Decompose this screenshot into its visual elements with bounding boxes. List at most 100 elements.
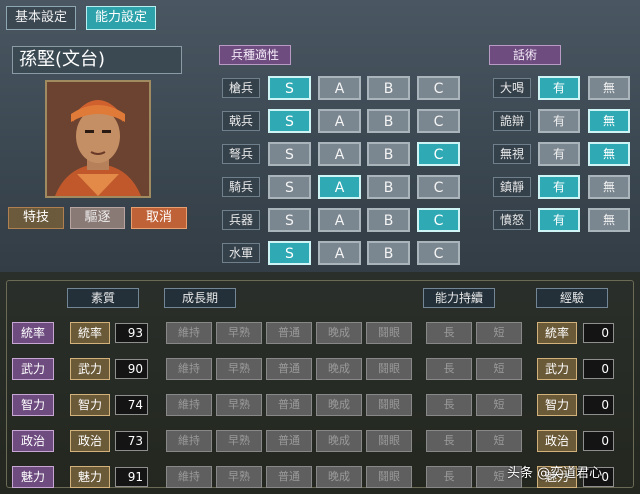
troop-5-grade-c[interactable]: C bbox=[417, 208, 460, 232]
exp-value-1[interactable]: 0 bbox=[583, 323, 614, 343]
troop-5-grade-b[interactable]: B bbox=[367, 208, 410, 232]
exp-value-3[interactable]: 0 bbox=[583, 395, 614, 415]
stat-attr-button-1[interactable]: 統率 bbox=[70, 322, 110, 344]
exp-attr-button-4[interactable]: 政治 bbox=[537, 430, 577, 452]
speech-label-3: 無視 bbox=[493, 144, 531, 164]
troop-label-1: 槍兵 bbox=[222, 78, 260, 98]
growth-option-3-5: 鬪眼 bbox=[366, 394, 412, 416]
troop-2-grade-b[interactable]: B bbox=[367, 109, 410, 133]
troop-3-grade-b[interactable]: B bbox=[367, 142, 410, 166]
troop-6-grade-b[interactable]: B bbox=[367, 241, 410, 265]
troop-label-3: 弩兵 bbox=[222, 144, 260, 164]
growth-option-1-2: 早熟 bbox=[216, 322, 262, 344]
retention-option-5-1: 長 bbox=[426, 466, 472, 488]
growth-option-4-4: 晚成 bbox=[316, 430, 362, 452]
tab-ability-settings[interactable]: 能力設定 bbox=[86, 6, 156, 30]
speech-1-option-no[interactable]: 無 bbox=[588, 76, 630, 100]
cancel-button[interactable]: 取消 bbox=[131, 207, 187, 229]
stat-value-4[interactable]: 73 bbox=[115, 431, 148, 451]
skill-button[interactable]: 特技 bbox=[8, 207, 64, 229]
troop-4-grade-a[interactable]: A bbox=[318, 175, 361, 199]
stat-label-1: 統率 bbox=[12, 322, 54, 344]
growth-option-5-5: 鬪眼 bbox=[366, 466, 412, 488]
speech-1-option-yes[interactable]: 有 bbox=[538, 76, 580, 100]
growth-option-2-5: 鬪眼 bbox=[366, 358, 412, 380]
stat-value-1[interactable]: 93 bbox=[115, 323, 148, 343]
growth-option-2-1: 維持 bbox=[166, 358, 212, 380]
expel-button[interactable]: 驅逐 bbox=[70, 207, 125, 229]
troop-label-6: 水軍 bbox=[222, 243, 260, 263]
growth-option-4-1: 維持 bbox=[166, 430, 212, 452]
stat-attr-button-5[interactable]: 魅力 bbox=[70, 466, 110, 488]
troop-6-grade-s[interactable]: S bbox=[268, 241, 311, 265]
troop-3-grade-a[interactable]: A bbox=[318, 142, 361, 166]
speech-label-1: 大喝 bbox=[493, 78, 531, 98]
speech-4-option-no[interactable]: 無 bbox=[588, 175, 630, 199]
troop-label-5: 兵器 bbox=[222, 210, 260, 230]
stat-value-3[interactable]: 74 bbox=[115, 395, 148, 415]
retention-option-2-2: 短 bbox=[476, 358, 522, 380]
growth-option-5-3: 普通 bbox=[266, 466, 312, 488]
troop-aptitude-title: 兵種適性 bbox=[219, 45, 291, 65]
troop-1-grade-c[interactable]: C bbox=[417, 76, 460, 100]
growth-option-2-3: 普通 bbox=[266, 358, 312, 380]
exp-value-2[interactable]: 0 bbox=[583, 359, 614, 379]
growth-option-1-1: 維持 bbox=[166, 322, 212, 344]
speech-2-option-yes[interactable]: 有 bbox=[538, 109, 580, 133]
troop-4-grade-c[interactable]: C bbox=[417, 175, 460, 199]
troop-2-grade-a[interactable]: A bbox=[318, 109, 361, 133]
speech-label-2: 詭辯 bbox=[493, 111, 531, 131]
quality-header: 素質 bbox=[67, 288, 139, 308]
stat-label-5: 魅力 bbox=[12, 466, 54, 488]
exp-attr-button-2[interactable]: 武力 bbox=[537, 358, 577, 380]
troop-5-grade-a[interactable]: A bbox=[318, 208, 361, 232]
stat-attr-button-4[interactable]: 政治 bbox=[70, 430, 110, 452]
stat-label-4: 政治 bbox=[12, 430, 54, 452]
stat-attr-button-2[interactable]: 武力 bbox=[70, 358, 110, 380]
growth-option-1-5: 鬪眼 bbox=[366, 322, 412, 344]
speech-4-option-yes[interactable]: 有 bbox=[538, 175, 580, 199]
exp-value-4[interactable]: 0 bbox=[583, 431, 614, 451]
troop-5-grade-s[interactable]: S bbox=[268, 208, 311, 232]
speech-3-option-no[interactable]: 無 bbox=[588, 142, 630, 166]
growth-option-5-4: 晚成 bbox=[316, 466, 362, 488]
growth-option-3-1: 維持 bbox=[166, 394, 212, 416]
stat-label-3: 智力 bbox=[12, 394, 54, 416]
troop-1-grade-b[interactable]: B bbox=[367, 76, 410, 100]
growth-option-2-4: 晚成 bbox=[316, 358, 362, 380]
troop-4-grade-s[interactable]: S bbox=[268, 175, 311, 199]
troop-2-grade-s[interactable]: S bbox=[268, 109, 311, 133]
officer-name: 孫堅(文台) bbox=[12, 46, 182, 74]
speech-5-option-no[interactable]: 無 bbox=[588, 208, 630, 232]
troop-6-grade-c[interactable]: C bbox=[417, 241, 460, 265]
stat-attr-button-3[interactable]: 智力 bbox=[70, 394, 110, 416]
exp-attr-button-3[interactable]: 智力 bbox=[537, 394, 577, 416]
retention-option-1-1: 長 bbox=[426, 322, 472, 344]
troop-label-2: 戟兵 bbox=[222, 111, 260, 131]
troop-3-grade-c[interactable]: C bbox=[417, 142, 460, 166]
stat-value-5[interactable]: 91 bbox=[115, 467, 148, 487]
troop-2-grade-c[interactable]: C bbox=[417, 109, 460, 133]
growth-option-3-3: 普通 bbox=[266, 394, 312, 416]
troop-1-grade-s[interactable]: S bbox=[268, 76, 311, 100]
speech-5-option-yes[interactable]: 有 bbox=[538, 208, 580, 232]
tab-basic-settings[interactable]: 基本設定 bbox=[6, 6, 76, 30]
troop-6-grade-a[interactable]: A bbox=[318, 241, 361, 265]
stat-value-2[interactable]: 90 bbox=[115, 359, 148, 379]
speech-title: 話術 bbox=[489, 45, 561, 65]
troop-4-grade-b[interactable]: B bbox=[367, 175, 410, 199]
retention-option-1-2: 短 bbox=[476, 322, 522, 344]
experience-header: 經驗 bbox=[536, 288, 608, 308]
troop-1-grade-a[interactable]: A bbox=[318, 76, 361, 100]
retention-option-3-1: 長 bbox=[426, 394, 472, 416]
exp-attr-button-1[interactable]: 統率 bbox=[537, 322, 577, 344]
growth-option-3-4: 晚成 bbox=[316, 394, 362, 416]
speech-3-option-yes[interactable]: 有 bbox=[538, 142, 580, 166]
speech-label-4: 鎮靜 bbox=[493, 177, 531, 197]
speech-2-option-no[interactable]: 無 bbox=[588, 109, 630, 133]
growth-option-2-2: 早熟 bbox=[216, 358, 262, 380]
growth-option-5-1: 維持 bbox=[166, 466, 212, 488]
growth-header: 成長期 bbox=[164, 288, 236, 308]
growth-option-1-4: 晚成 bbox=[316, 322, 362, 344]
troop-3-grade-s[interactable]: S bbox=[268, 142, 311, 166]
